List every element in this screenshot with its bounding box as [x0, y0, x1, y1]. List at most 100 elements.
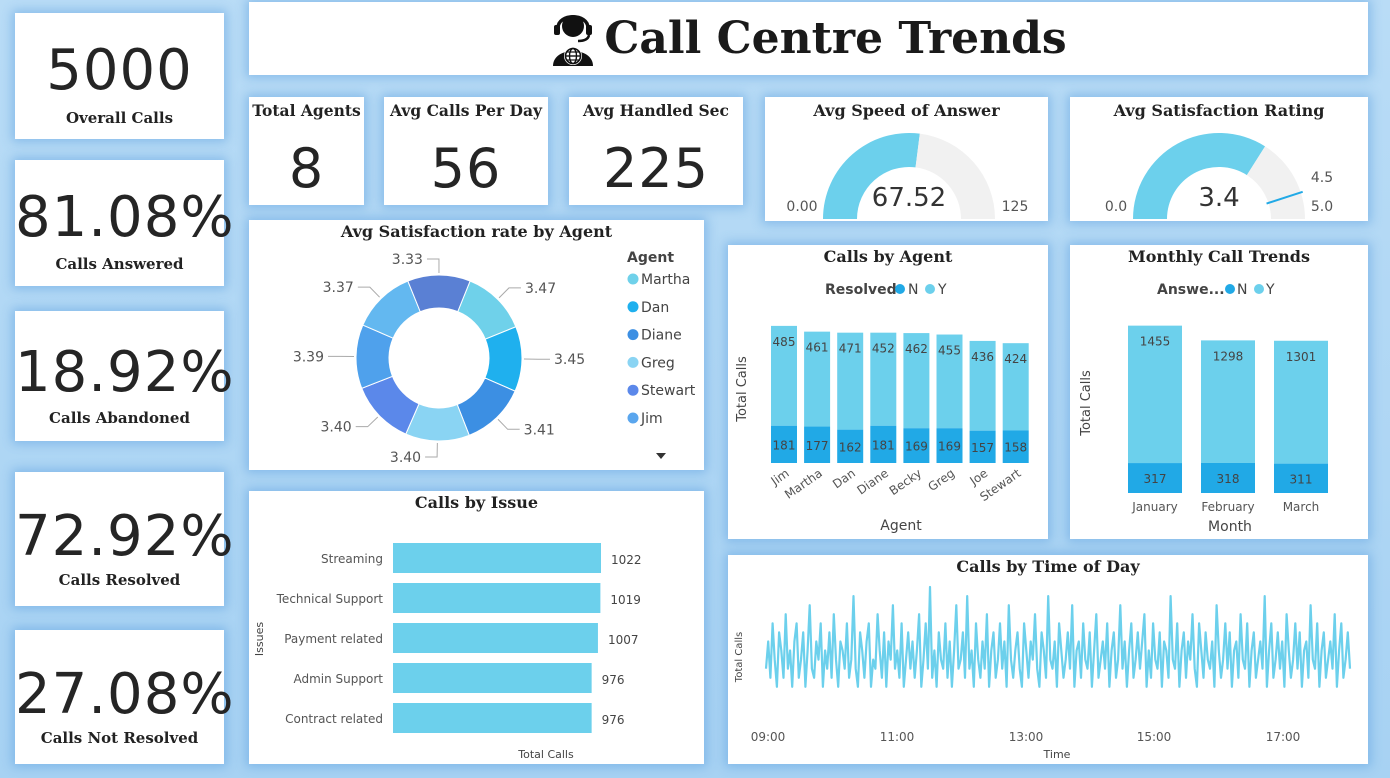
kpi-value: 8	[288, 137, 325, 200]
data-label: 311	[1290, 472, 1313, 486]
kpi-card-total-agents[interactable]: Total Agents 8	[249, 97, 364, 205]
kpi-card-calls-not-resolved[interactable]: 27.08% Calls Not Resolved	[15, 630, 234, 764]
legend-item: Jim	[640, 411, 663, 427]
satisfaction-by-agent-card[interactable]: Avg Satisfaction rate by Agent 3.47 3.45 3…	[249, 220, 704, 470]
slice-label: 3.47	[525, 281, 556, 297]
issue-bar	[393, 543, 601, 573]
slice-label: 3.40	[321, 420, 352, 436]
calls-by-issue-chart: Issues Streaming 1022 Technical Support 101…	[253, 543, 642, 761]
kpi-label: Calls Resolved	[58, 571, 181, 589]
kpi-label: Calls Abandoned	[49, 409, 190, 427]
kpi-card-overall-calls[interactable]: 5000 Overall Calls	[15, 13, 224, 139]
monthly-trends-chart: Answe... N Y Total Calls 1455 317 January 1…	[1079, 282, 1328, 535]
kpi-label: Total Agents	[252, 101, 361, 120]
slice-label: 3.37	[323, 280, 354, 296]
satisfaction-gauge-card[interactable]: Avg Satisfaction Rating 3.4 0.0 5.0 4.5	[1070, 97, 1368, 221]
kpi-card-avg-handled-sec[interactable]: Avg Handled Sec 225	[569, 97, 743, 205]
issue-bar	[393, 663, 592, 693]
speed-gauge: 67.52 0.00 125	[786, 133, 1029, 219]
kpi-value: 81.08%	[15, 185, 235, 250]
kpi-value: 225	[602, 137, 710, 200]
tick-label: Greg	[925, 466, 957, 494]
monthly-trends-card[interactable]: Monthly Call Trends Answe... N Y Total C…	[1070, 245, 1368, 539]
legend-marker	[627, 273, 639, 285]
header-banner: Call Centre Trends	[249, 2, 1368, 75]
data-label: 1007	[608, 633, 639, 647]
kpi-label: Avg Handled Sec	[583, 101, 729, 120]
legend-marker	[627, 384, 639, 396]
kpi-card-avg-calls-per-day[interactable]: Avg Calls Per Day 56	[384, 97, 548, 205]
legend-item: Martha	[641, 272, 690, 288]
kpi-card-calls-abandoned[interactable]: 18.92% Calls Abandoned	[15, 311, 235, 441]
legend-marker	[627, 412, 639, 424]
data-label: 169	[905, 440, 928, 454]
slice-label: 3.40	[390, 450, 421, 466]
data-label: 1301	[1286, 350, 1317, 364]
data-label: 177	[806, 439, 829, 453]
x-axis-label: Total Calls	[517, 748, 574, 761]
legend-item-y: Y	[1265, 282, 1275, 298]
slice-leader-line	[498, 287, 521, 299]
kpi-label: Avg Calls Per Day	[389, 101, 543, 120]
legend-marker	[627, 329, 639, 341]
kpi-value: 5000	[46, 38, 193, 103]
issue-bar	[393, 583, 601, 613]
data-label: 461	[806, 341, 829, 355]
tick-label: January	[1131, 500, 1178, 514]
issue-bar	[393, 623, 598, 653]
data-label: 169	[938, 440, 961, 454]
legend-marker	[627, 356, 639, 368]
x-axis-label: Time	[1043, 748, 1071, 761]
tick-label: Dan	[830, 466, 858, 491]
calls-by-issue-card[interactable]: Calls by Issue Issues Streaming 1022 Techn…	[249, 491, 704, 764]
kpi-value: 72.92%	[15, 504, 235, 569]
legend-marker-n	[1225, 284, 1235, 294]
kpi-label: Calls Answered	[55, 255, 184, 273]
legend-item-y: Y	[937, 282, 947, 298]
tick-label: March	[1283, 500, 1320, 514]
tick-label: Martha	[782, 466, 825, 502]
legend-item: Stewart	[641, 383, 696, 399]
data-label: 158	[1004, 441, 1027, 455]
calls-by-time-card[interactable]: Calls by Time of Day Total Calls 09:00 11…	[728, 555, 1368, 764]
kpi-card-calls-resolved[interactable]: 72.92% Calls Resolved	[15, 472, 235, 606]
issue-bar	[393, 703, 592, 733]
legend-marker-n	[895, 284, 905, 294]
tick-label: Technical Support	[276, 592, 384, 606]
legend-item-n: N	[1237, 282, 1247, 298]
y-axis-label: Total Calls	[1079, 370, 1094, 437]
data-label: 157	[971, 441, 994, 455]
slice-leader-line	[355, 416, 379, 428]
gauge-min-label: 0.00	[786, 199, 817, 215]
data-label: 181	[773, 438, 796, 452]
tick-label: 11:00	[880, 730, 915, 744]
caret-down-icon	[656, 453, 666, 459]
y-axis-label: Issues	[253, 622, 266, 656]
data-label: 1455	[1140, 335, 1171, 349]
kpi-card-calls-answered[interactable]: 81.08% Calls Answered	[15, 160, 235, 286]
gauge-value: 67.52	[872, 183, 946, 213]
data-label: 317	[1144, 472, 1167, 486]
kpi-label: Overall Calls	[65, 109, 174, 127]
data-label: 162	[839, 440, 862, 454]
data-label: 318	[1217, 472, 1240, 486]
calls-by-agent-card[interactable]: Calls by Agent Resolved N Y Total Calls …	[728, 245, 1048, 539]
x-axis-label: Agent	[880, 518, 922, 534]
y-axis-label: Total Calls	[735, 356, 750, 423]
data-label: 436	[971, 350, 994, 364]
tick-label: February	[1201, 500, 1254, 514]
header-content: Call Centre Trends	[249, 2, 1368, 75]
gauge-min-label: 0.0	[1105, 199, 1127, 215]
tick-label: Diane	[854, 466, 891, 497]
legend-title: Agent	[627, 250, 674, 266]
gauge-max-label: 125	[1002, 199, 1029, 215]
legend-marker-y	[1254, 284, 1264, 294]
speed-gauge-card[interactable]: Avg Speed of Answer 67.52 0.00 125	[765, 97, 1048, 221]
kpi-value: 18.92%	[15, 340, 235, 405]
gauge-target-label: 4.5	[1311, 170, 1333, 186]
tick-label: Payment related	[284, 632, 383, 646]
legend-item: Dan	[641, 300, 669, 316]
tick-label: Streaming	[321, 552, 383, 566]
gauge-value: 3.4	[1198, 183, 1239, 213]
tick-label: 13:00	[1009, 730, 1044, 744]
